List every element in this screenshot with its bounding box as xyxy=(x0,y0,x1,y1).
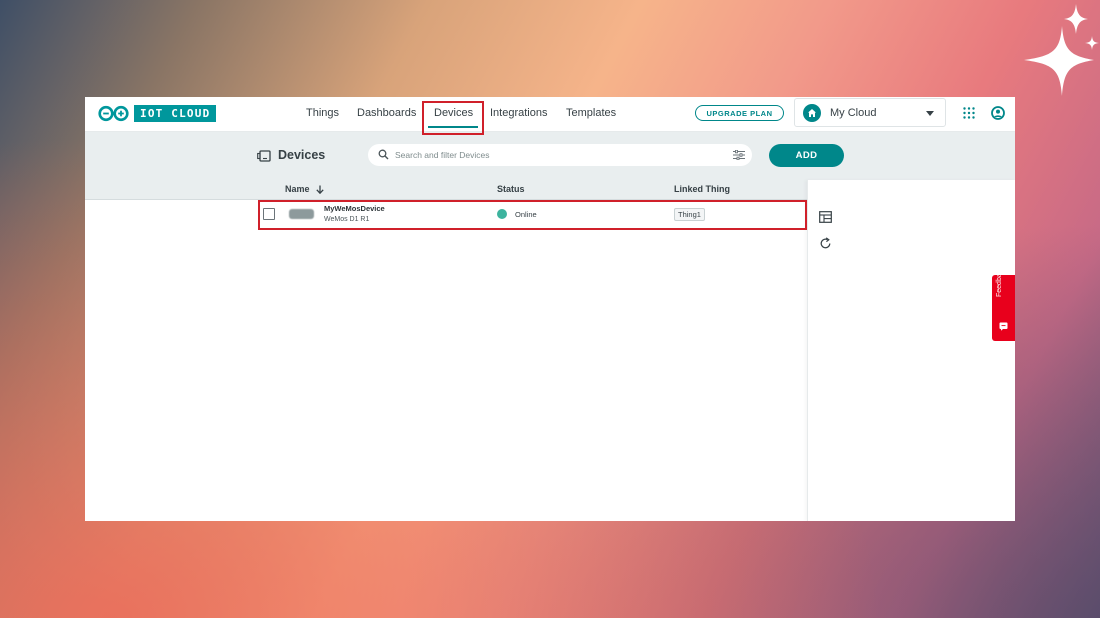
search-input[interactable] xyxy=(395,144,715,166)
nav-item-dashboards[interactable]: Dashboards xyxy=(357,107,416,119)
devices-tab-highlight xyxy=(422,101,484,135)
apps-grid-icon[interactable] xyxy=(963,107,975,119)
page-toolbar: Devices ADD xyxy=(85,132,1015,180)
device-row-highlight xyxy=(258,200,807,230)
devices-icon xyxy=(257,150,271,162)
nav-item-integrations[interactable]: Integrations xyxy=(490,107,547,119)
search-icon xyxy=(378,149,389,160)
home-icon xyxy=(803,104,821,122)
nav-item-things[interactable]: Things xyxy=(306,107,339,119)
table-view-icon[interactable] xyxy=(819,211,832,223)
sparkle-icon xyxy=(1024,4,1099,96)
column-header-name[interactable]: Name xyxy=(285,184,310,194)
page-title: Devices xyxy=(278,148,326,162)
upgrade-plan-button[interactable]: UPGRADE PLAN xyxy=(695,105,784,121)
feedback-tab[interactable]: Feedback xyxy=(992,266,1015,341)
devices-table-header: Name Status Linked Thing xyxy=(85,180,807,200)
table-side-panel xyxy=(807,180,1015,521)
sort-arrow-down-icon[interactable] xyxy=(316,185,324,194)
top-navigation-bar: IOT CLOUD Things Dashboards Devices Inte… xyxy=(85,97,1015,132)
search-bar[interactable] xyxy=(368,144,752,166)
add-device-button[interactable]: ADD xyxy=(769,144,844,167)
space-selector-label: My Cloud xyxy=(830,107,877,119)
column-header-linked-thing[interactable]: Linked Thing xyxy=(674,184,730,194)
feedback-icon xyxy=(999,322,1008,331)
logo-text: IOT CLOUD xyxy=(134,105,217,122)
filter-icon[interactable] xyxy=(733,150,745,160)
iot-cloud-window: IOT CLOUD Things Dashboards Devices Inte… xyxy=(85,97,1015,521)
feedback-label: Feedback xyxy=(996,266,1003,297)
nav-item-templates[interactable]: Templates xyxy=(566,107,616,119)
column-header-status[interactable]: Status xyxy=(497,184,525,194)
account-icon[interactable] xyxy=(991,106,1005,120)
arduino-logo-icon xyxy=(98,105,129,122)
space-selector[interactable]: My Cloud xyxy=(794,98,946,127)
refresh-icon[interactable] xyxy=(819,237,832,250)
chevron-down-icon xyxy=(926,111,934,116)
iot-cloud-logo[interactable]: IOT CLOUD xyxy=(97,105,217,122)
